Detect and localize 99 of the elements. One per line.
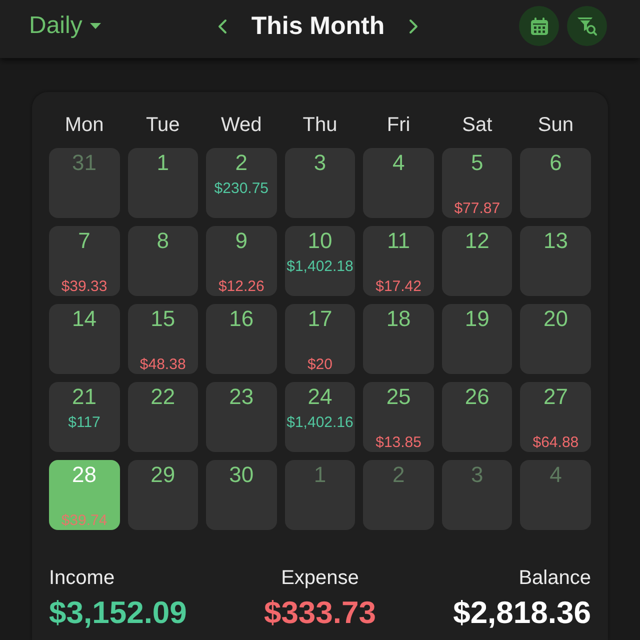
- day-number: 2: [235, 150, 248, 176]
- day-number: 25: [386, 384, 411, 410]
- day-number: 21: [72, 384, 97, 410]
- day-cell[interactable]: 20: [520, 304, 591, 374]
- day-cell[interactable]: 12: [442, 226, 512, 296]
- day-number: 28: [72, 462, 97, 488]
- day-number: 13: [543, 228, 568, 254]
- income-label: Income: [49, 566, 116, 590]
- day-number: 7: [78, 228, 90, 254]
- day-number: 16: [229, 306, 254, 332]
- day-number: 29: [150, 462, 176, 488]
- day-cell[interactable]: 8: [128, 226, 198, 296]
- day-cell[interactable]: 17 $20: [284, 304, 356, 374]
- day-number: 3: [314, 150, 326, 176]
- income-amount: $230.75: [214, 180, 269, 198]
- caret-down-icon: [90, 22, 102, 29]
- income-amount: $1,402.16: [286, 414, 354, 432]
- chevron-right-icon: [408, 18, 418, 34]
- weekday-label: Sat: [461, 113, 494, 138]
- day-cell[interactable]: 14: [49, 304, 120, 374]
- day-cell[interactable]: 6: [520, 148, 591, 218]
- balance-label: Balance: [518, 566, 591, 590]
- day-number: 10: [308, 228, 332, 254]
- day-cell[interactable]: 24 $1,402.16: [284, 382, 356, 452]
- income-amount: $117: [68, 414, 100, 432]
- expense-amount: $48.38: [140, 356, 186, 374]
- day-cell[interactable]: 27 $64.88: [520, 382, 591, 452]
- day-cell[interactable]: 18: [363, 304, 434, 374]
- day-number: 4: [392, 150, 405, 176]
- day-number: 1: [156, 150, 169, 176]
- income-amount: $1,402.18: [286, 258, 354, 276]
- day-cell[interactable]: 4: [363, 148, 434, 218]
- day-cell[interactable]: 3: [284, 148, 356, 218]
- day-cell[interactable]: 29: [128, 460, 198, 530]
- day-number: 3: [471, 462, 484, 488]
- day-cell[interactable]: 26: [442, 382, 512, 452]
- chevron-left-icon: [218, 18, 228, 34]
- expense-amount: $64.88: [532, 434, 579, 452]
- balance-total: $2,818.36: [452, 594, 591, 632]
- day-number: 1: [314, 462, 326, 488]
- calendar-button[interactable]: [519, 6, 559, 46]
- weekday-label: Sun: [536, 113, 574, 138]
- day-cell[interactable]: 19: [442, 304, 512, 374]
- expense-total: $333.73: [262, 594, 378, 632]
- day-cell[interactable]: 23: [206, 382, 277, 452]
- day-cell[interactable]: 2 $230.75: [206, 148, 277, 218]
- day-number: 9: [235, 228, 248, 254]
- day-cell[interactable]: 11 $17.42: [363, 226, 434, 296]
- weekday-label: Wed: [220, 113, 263, 138]
- day-cell[interactable]: 21 $117: [49, 382, 120, 452]
- day-cell[interactable]: 9 $12.26: [206, 226, 277, 296]
- day-number: 4: [550, 462, 562, 488]
- day-cell[interactable]: 1: [128, 148, 198, 218]
- expense-amount: $39.33: [61, 278, 108, 296]
- expense-amount: $77.87: [454, 200, 500, 218]
- day-number: 8: [156, 228, 169, 254]
- day-number: 6: [550, 150, 562, 176]
- expense-amount: $39.74: [61, 512, 108, 530]
- weekday-label: Tue: [144, 113, 181, 138]
- day-number: 14: [72, 306, 97, 332]
- weekday-label: Thu: [302, 113, 338, 138]
- day-number: 12: [464, 228, 490, 254]
- filter-search-button[interactable]: [567, 6, 607, 46]
- day-number: 19: [464, 306, 490, 332]
- day-cell[interactable]: 7 $39.33: [49, 226, 120, 296]
- expense-label: Expense: [280, 566, 360, 590]
- day-number: 30: [229, 462, 254, 488]
- calendar-icon: [530, 16, 548, 36]
- day-number: 22: [150, 384, 176, 410]
- weekday-label: Fri: [386, 113, 412, 138]
- day-number: 5: [471, 150, 484, 176]
- day-number: 18: [386, 306, 411, 332]
- day-number: 20: [543, 306, 568, 332]
- day-cell[interactable]: 13: [520, 226, 591, 296]
- period-title: This Month: [251, 11, 385, 41]
- day-cell[interactable]: 5 $77.87: [442, 148, 512, 218]
- expense-amount: $17.42: [376, 278, 422, 296]
- income-total: $3,152.09: [49, 594, 188, 632]
- day-number: 24: [308, 384, 332, 410]
- filter-search-icon: [577, 16, 597, 36]
- day-cell[interactable]: 16: [206, 304, 277, 374]
- day-number: 11: [387, 228, 410, 254]
- day-cell[interactable]: 30: [206, 460, 277, 530]
- day-number: 27: [543, 384, 568, 410]
- day-cell[interactable]: 15 $48.38: [128, 304, 198, 374]
- view-dropdown[interactable]: Daily: [29, 12, 102, 40]
- weekday-label: Mon: [64, 113, 105, 138]
- day-number: 17: [308, 306, 332, 332]
- day-cell[interactable]: 10 $1,402.18: [284, 226, 356, 296]
- day-number: 26: [464, 384, 490, 410]
- expense-amount: $13.85: [376, 434, 422, 452]
- day-number: 15: [150, 306, 176, 332]
- expense-amount: $20: [307, 356, 332, 374]
- day-cell[interactable]: 25 $13.85: [363, 382, 434, 452]
- day-cell[interactable]: 22: [128, 382, 198, 452]
- day-number: 31: [72, 150, 97, 176]
- day-number: 23: [229, 384, 254, 410]
- expense-amount: $12.26: [218, 278, 264, 296]
- day-number: 2: [392, 462, 405, 488]
